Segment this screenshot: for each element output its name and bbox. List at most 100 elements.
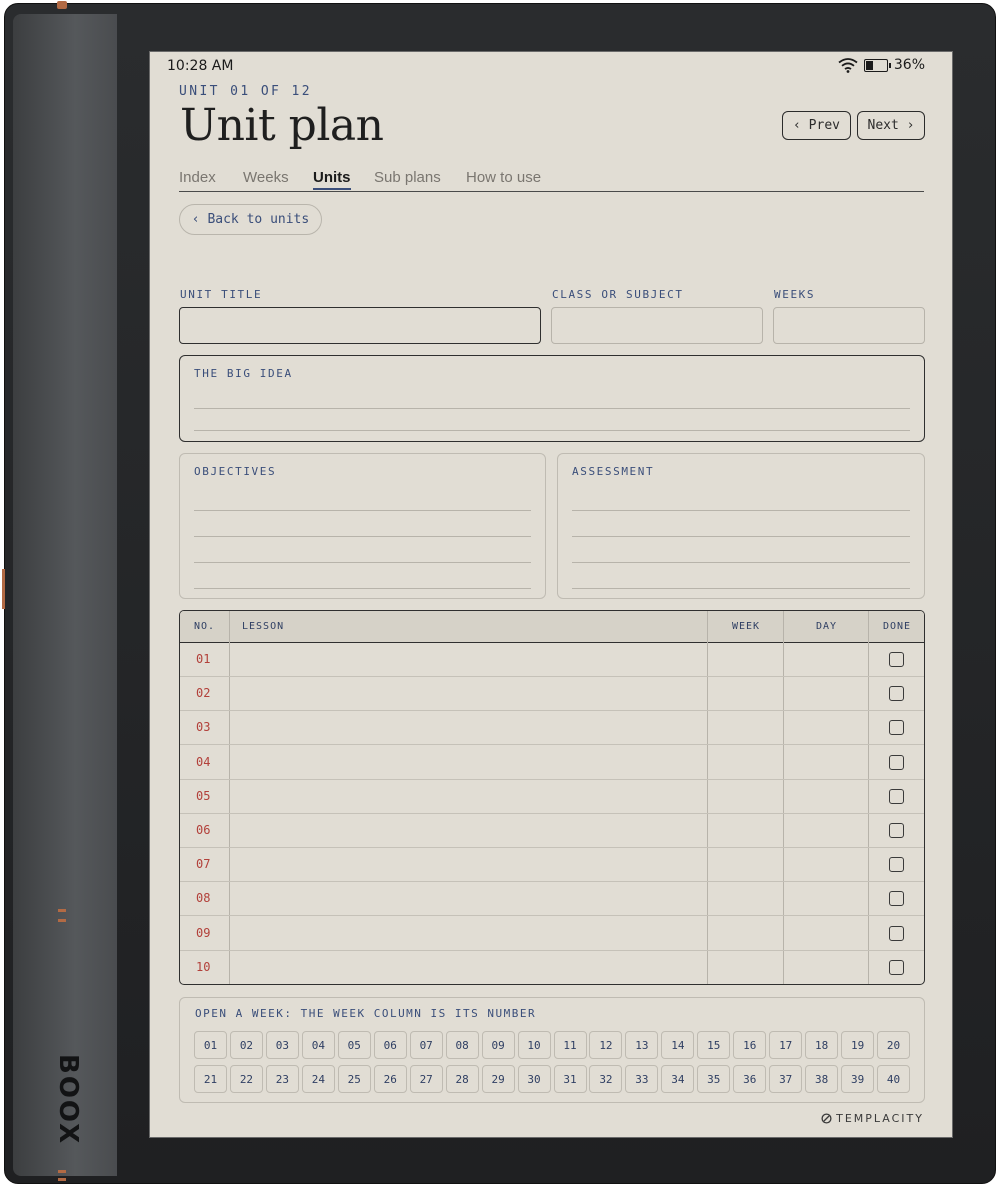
- row-number: 04: [196, 754, 211, 769]
- table-header: NO. LESSON WEEK DAY DONE: [180, 611, 924, 643]
- table-row[interactable]: 01: [180, 643, 924, 677]
- week-button[interactable]: 20: [877, 1031, 911, 1059]
- done-checkbox[interactable]: [889, 959, 904, 975]
- objectives-box[interactable]: OBJECTIVES: [179, 453, 546, 599]
- writing-line: [572, 510, 910, 511]
- row-number: 03: [196, 720, 211, 735]
- prev-button[interactable]: ‹ Prev: [782, 111, 851, 140]
- row-number: 05: [196, 788, 211, 803]
- unit-title-field[interactable]: [179, 307, 541, 344]
- device-spine: [13, 14, 117, 1176]
- battery-percent: 36%: [893, 57, 925, 73]
- week-button[interactable]: 08: [445, 1031, 479, 1059]
- week-button[interactable]: 16: [733, 1031, 767, 1059]
- week-button[interactable]: 07: [409, 1031, 443, 1059]
- tab-how-to-use[interactable]: How to use: [466, 169, 541, 186]
- row-number: 08: [196, 891, 211, 906]
- week-button[interactable]: 29: [481, 1065, 515, 1093]
- big-idea-box[interactable]: THE BIG IDEA: [179, 355, 925, 442]
- writing-line: [194, 536, 531, 537]
- week-selector-title: OPEN A WEEK: THE WEEK COLUMN IS ITS NUMB…: [195, 1007, 537, 1020]
- week-button[interactable]: 36: [733, 1065, 767, 1093]
- week-button[interactable]: 09: [481, 1031, 515, 1059]
- page-title: Unit plan: [180, 100, 384, 151]
- week-button[interactable]: 27: [409, 1065, 443, 1093]
- week-button[interactable]: 03: [265, 1031, 299, 1059]
- lessons-table: NO. LESSON WEEK DAY DONE 01 02 03 04 05 06 07 0…: [179, 610, 925, 985]
- week-button[interactable]: 14: [661, 1031, 695, 1059]
- week-button[interactable]: 15: [697, 1031, 731, 1059]
- tab-bar: Index Weeks Units Sub plans How to use: [179, 169, 924, 192]
- weeks-field[interactable]: [773, 307, 925, 344]
- tab-units[interactable]: Units: [313, 169, 351, 190]
- back-to-units-button[interactable]: ‹ Back to units: [179, 204, 322, 235]
- week-button[interactable]: 12: [589, 1031, 623, 1059]
- week-button[interactable]: 10: [517, 1031, 551, 1059]
- column-header-week: WEEK: [732, 621, 761, 632]
- done-checkbox[interactable]: [889, 891, 904, 907]
- templacity-icon: [821, 1113, 832, 1124]
- week-button[interactable]: 01: [194, 1031, 227, 1059]
- week-button[interactable]: 35: [697, 1065, 731, 1093]
- table-row[interactable]: 10: [180, 951, 924, 984]
- week-button[interactable]: 02: [229, 1031, 263, 1059]
- week-button[interactable]: 04: [301, 1031, 335, 1059]
- next-button[interactable]: Next ›: [857, 111, 925, 140]
- done-checkbox[interactable]: [889, 686, 904, 702]
- class-subject-field[interactable]: [551, 307, 763, 344]
- week-button[interactable]: 17: [769, 1031, 803, 1059]
- spine-accent-stripe-4: [58, 1178, 66, 1181]
- week-button[interactable]: 25: [337, 1065, 371, 1093]
- tab-sub-plans[interactable]: Sub plans: [374, 169, 441, 186]
- week-button[interactable]: 26: [373, 1065, 407, 1093]
- row-number: 02: [196, 686, 211, 701]
- week-selector: OPEN A WEEK: THE WEEK COLUMN IS ITS NUMB…: [179, 997, 925, 1103]
- week-button[interactable]: 24: [301, 1065, 335, 1093]
- weeks-label: WEEKS: [774, 288, 816, 301]
- done-checkbox[interactable]: [889, 754, 904, 770]
- table-row[interactable]: 07: [180, 848, 924, 883]
- week-button[interactable]: 40: [877, 1065, 911, 1093]
- done-checkbox[interactable]: [889, 652, 904, 667]
- done-checkbox[interactable]: [889, 925, 904, 941]
- table-row[interactable]: 03: [180, 711, 924, 746]
- assessment-box[interactable]: ASSESSMENT: [557, 453, 925, 599]
- status-indicators: 36%: [838, 57, 925, 73]
- week-button[interactable]: 33: [625, 1065, 659, 1093]
- tab-weeks[interactable]: Weeks: [243, 169, 289, 186]
- battery-icon: [863, 58, 891, 72]
- week-button[interactable]: 34: [661, 1065, 695, 1093]
- done-checkbox[interactable]: [889, 823, 904, 838]
- tab-index[interactable]: Index: [179, 169, 216, 186]
- table-row[interactable]: 06: [180, 814, 924, 848]
- week-button[interactable]: 18: [805, 1031, 839, 1059]
- week-button[interactable]: 38: [805, 1065, 839, 1093]
- column-header-no: NO.: [194, 621, 216, 632]
- week-button[interactable]: 37: [769, 1065, 803, 1093]
- table-row[interactable]: 02: [180, 677, 924, 712]
- week-button[interactable]: 13: [625, 1031, 659, 1059]
- done-checkbox[interactable]: [889, 857, 904, 873]
- week-button[interactable]: 28: [445, 1065, 479, 1093]
- week-button[interactable]: 30: [517, 1065, 551, 1093]
- week-button[interactable]: 21: [194, 1065, 227, 1093]
- week-button[interactable]: 31: [553, 1065, 587, 1093]
- week-button[interactable]: 19: [841, 1031, 875, 1059]
- table-row[interactable]: 09: [180, 917, 924, 951]
- week-button[interactable]: 05: [337, 1031, 371, 1059]
- column-header-day: DAY: [816, 621, 838, 632]
- week-button[interactable]: 11: [553, 1031, 587, 1059]
- writing-line: [194, 510, 531, 511]
- status-time: 10:28 AM: [167, 58, 234, 74]
- done-checkbox[interactable]: [889, 788, 904, 804]
- table-row[interactable]: 08: [180, 882, 924, 917]
- week-button[interactable]: 32: [589, 1065, 623, 1093]
- week-button[interactable]: 06: [373, 1031, 407, 1059]
- table-row[interactable]: 05: [180, 780, 924, 814]
- week-button[interactable]: 39: [841, 1065, 875, 1093]
- done-checkbox[interactable]: [889, 720, 904, 736]
- table-row[interactable]: 04: [180, 746, 924, 780]
- writing-line: [194, 588, 531, 589]
- week-button[interactable]: 22: [229, 1065, 263, 1093]
- week-button[interactable]: 23: [265, 1065, 299, 1093]
